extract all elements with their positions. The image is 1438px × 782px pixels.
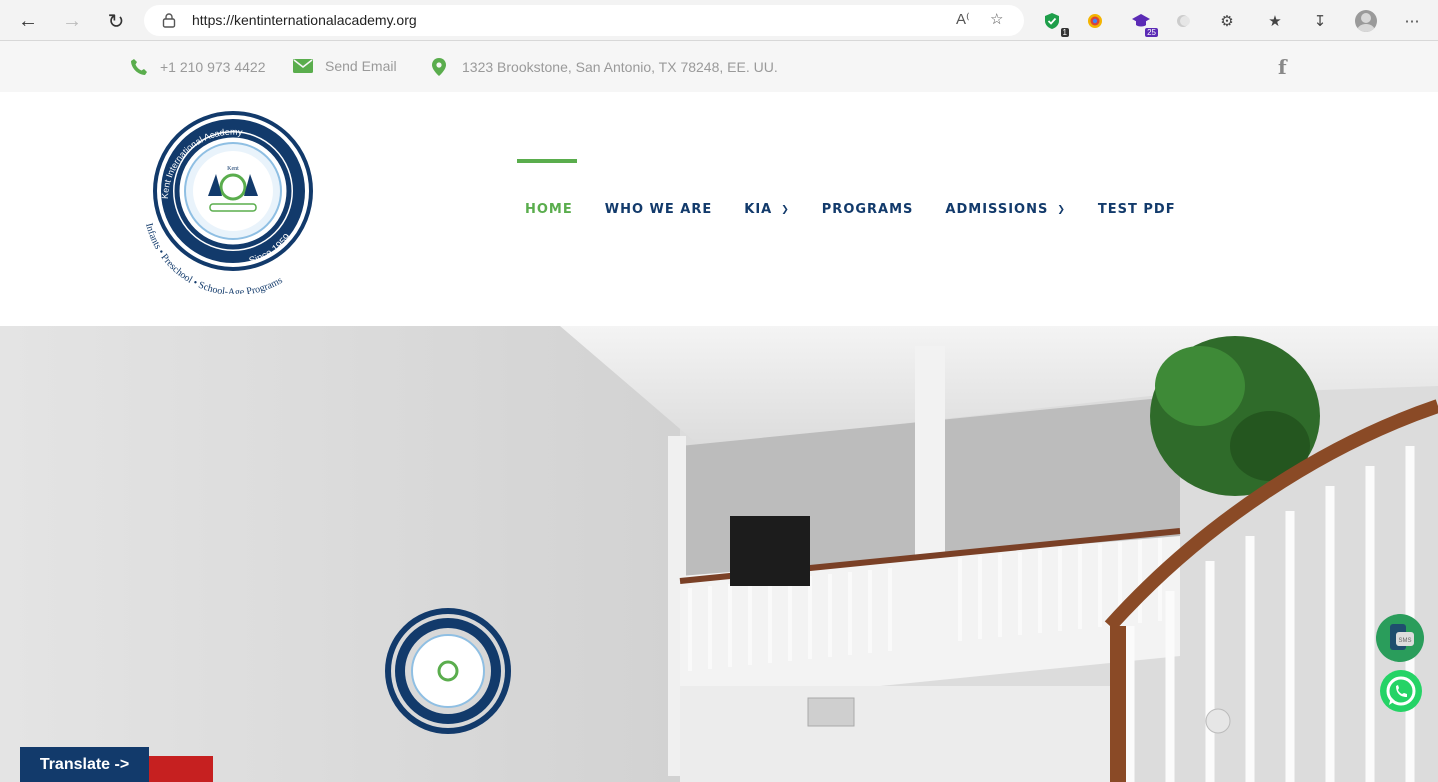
email-link[interactable]: Send Email [293,58,397,74]
contact-topbar: +1 210 973 4422 Send Email 1323 Brooksto… [0,41,1438,92]
nav-kia[interactable]: KIA ❯ [744,202,790,217]
nav-admissions[interactable]: ADMISSIONS ❯ [945,202,1065,217]
sms-chat-button[interactable]: SMS [1376,614,1424,662]
colorful-extension-icon[interactable] [1084,10,1106,32]
hero-image [0,326,1438,782]
address-bar[interactable]: https://kentinternationalacademy.org A⁽ … [144,5,1024,36]
address-link[interactable]: 1323 Brookstone, San Antonio, TX 78248, … [432,58,778,76]
shield-extension-icon[interactable]: 1 [1041,10,1069,37]
graduation-cap-extension-icon[interactable]: 25 [1130,10,1158,37]
whatsapp-button[interactable] [1378,668,1424,714]
nav-who-we-are[interactable]: WHO WE ARE [605,202,713,217]
map-pin-icon [432,58,446,76]
chevron-down-icon: ❯ [1057,204,1066,215]
nav-home[interactable]: HOME [525,202,573,217]
grey-extension-icon[interactable] [1172,10,1194,32]
download-icon[interactable]: ↧ [1309,10,1331,32]
phone-link[interactable]: +1 210 973 4422 [130,58,266,76]
profile-avatar[interactable] [1355,10,1377,32]
read-aloud-icon[interactable]: A⁽ [956,10,970,28]
academy-logo[interactable]: Kent Kent International Academy Since 19… [138,104,328,294]
puzzle-extensions-icon[interactable]: ⚙ [1216,10,1238,32]
back-arrow-icon[interactable]: ← [15,8,41,34]
forward-arrow-icon[interactable]: → [59,8,85,34]
translate-button[interactable]: Translate -> [20,747,149,782]
sms-icon: SMS [1390,624,1414,650]
active-nav-indicator [517,159,577,163]
favorites-list-icon[interactable]: ★ [1264,10,1286,32]
svg-text:SMS: SMS [1398,638,1411,644]
svg-text:Kent: Kent [227,166,239,172]
nav-test-pdf[interactable]: TEST PDF [1098,202,1176,217]
site-header: Kent Kent International Academy Since 19… [0,92,1438,326]
refresh-icon[interactable]: ↻ [103,8,129,34]
more-menu-icon[interactable]: ⋯ [1401,10,1423,32]
lock-icon [162,13,176,28]
envelope-icon [293,59,313,73]
nav-programs[interactable]: PROGRAMS [822,202,914,217]
chevron-down-icon: ❯ [781,204,790,215]
browser-toolbar: ← → ↻ https://kentinternationalacademy.o… [0,0,1438,41]
phone-icon [131,59,147,75]
lobby-photo [0,326,1438,782]
favorite-star-icon[interactable]: ☆ [990,10,1003,28]
url-text[interactable]: https://kentinternationalacademy.org [192,12,417,28]
whatsapp-icon [1380,670,1422,712]
main-nav: HOME WHO WE ARE KIA ❯ PROGRAMS ADMISSIONS… [525,202,1208,217]
facebook-icon[interactable]: f [1278,55,1287,79]
